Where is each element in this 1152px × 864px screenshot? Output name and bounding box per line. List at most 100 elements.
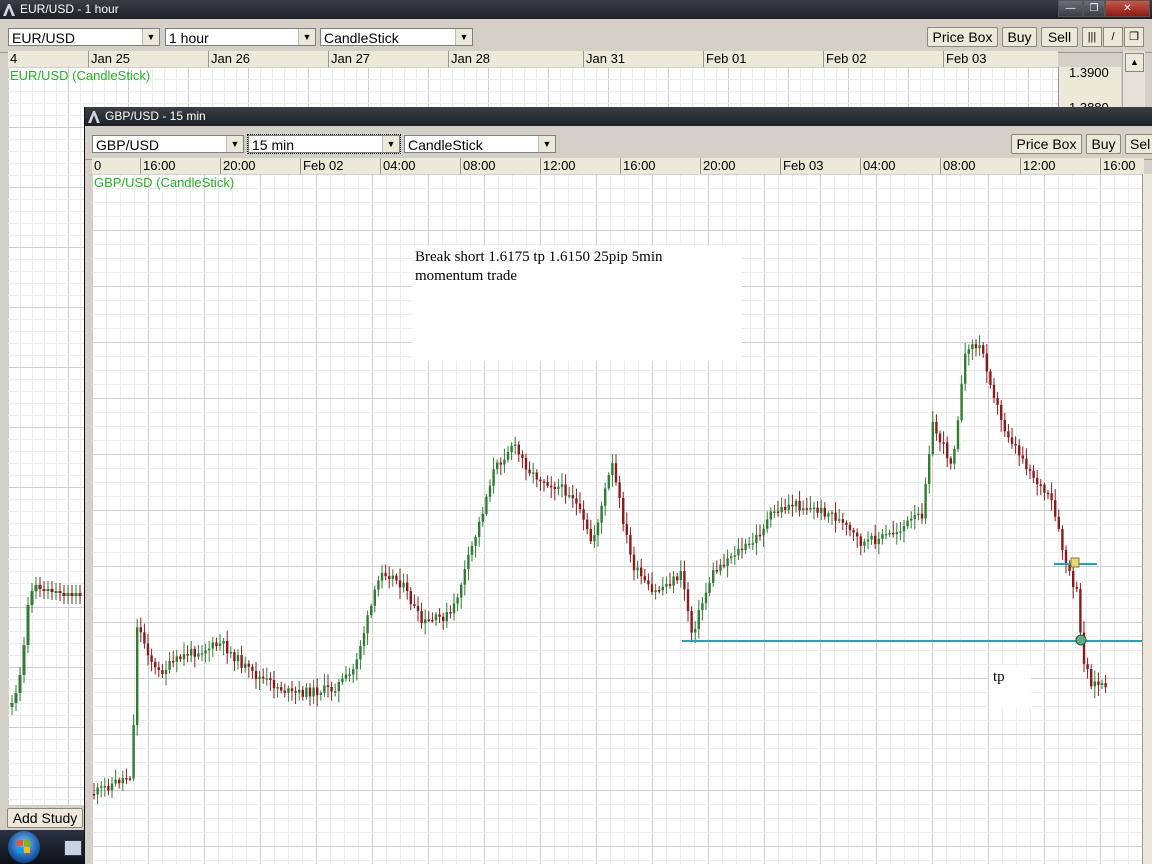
eurusd-titlebar[interactable]: EUR/USD - 1 hour — ❐ ✕ <box>0 0 1152 19</box>
candle-body <box>575 498 578 504</box>
candle-body <box>395 575 398 581</box>
time-label: Jan 27 <box>328 51 370 67</box>
candle-body <box>546 482 549 486</box>
candle-body <box>434 614 438 621</box>
gbpusd-sell-button[interactable]: Sel <box>1125 134 1152 154</box>
candle-body <box>978 345 981 349</box>
candle-body <box>701 603 704 611</box>
candle-body <box>1043 484 1046 493</box>
minimize-icon[interactable]: — <box>1058 0 1083 17</box>
gbpusd-window-title: GBP/USD - 15 min <box>105 109 206 123</box>
candle-body <box>906 520 909 527</box>
candle-body <box>971 344 974 350</box>
candle-body <box>773 511 776 513</box>
candle-body <box>874 535 877 545</box>
candle-body <box>110 783 114 791</box>
candle-body <box>625 524 628 535</box>
add-study-button[interactable]: Add Study <box>7 808 83 828</box>
chevron-down-icon[interactable]: ▼ <box>455 29 472 45</box>
gbpusd-charttype-select[interactable]: CandleStick ▼ <box>404 135 556 153</box>
candle-body <box>506 452 510 460</box>
candle-body <box>481 514 484 522</box>
candle-body <box>197 653 200 657</box>
scroll-up-icon[interactable]: ▲ <box>1125 53 1144 72</box>
candle-body <box>982 345 985 354</box>
gbpusd-price-axis <box>1142 174 1152 864</box>
candle-body <box>614 463 618 483</box>
gbpusd-price-box-button[interactable]: Price Box <box>1011 134 1082 154</box>
candle-body <box>445 612 448 622</box>
candle-body <box>182 654 186 660</box>
candle-body <box>1039 484 1042 486</box>
candle-body <box>892 532 895 535</box>
taskbar-app-icon[interactable] <box>64 840 82 856</box>
eurusd-charttype-value: CandleStick <box>324 30 399 46</box>
chart-tool-icon[interactable]: ||| <box>1082 27 1102 47</box>
candle-body <box>1090 669 1093 687</box>
windows-start-icon[interactable] <box>8 831 40 863</box>
candle-body <box>917 513 920 516</box>
candle-body <box>758 534 762 537</box>
candle-body <box>557 486 560 489</box>
candle-body <box>319 692 322 695</box>
gbpusd-interval-select[interactable]: 15 min ▼ <box>247 134 401 154</box>
close-icon[interactable]: ✕ <box>1105 0 1150 17</box>
time-label: 08:00 <box>460 158 496 174</box>
eurusd-price-box-button[interactable]: Price Box <box>927 27 998 47</box>
candle-body <box>942 442 945 444</box>
eurusd-interval-select[interactable]: 1 hour ▼ <box>165 28 316 46</box>
pen-tool-icon[interactable]: / <box>1103 27 1123 47</box>
candle-body <box>186 654 189 656</box>
restore-icon[interactable]: ❐ <box>1083 0 1105 17</box>
chevron-down-icon[interactable]: ▼ <box>382 136 399 152</box>
candle-body <box>442 616 445 622</box>
candle-body <box>665 583 668 587</box>
candle-body <box>272 680 276 689</box>
chevron-down-icon[interactable]: ▼ <box>538 136 555 152</box>
eurusd-charttype-select[interactable]: CandleStick ▼ <box>320 28 473 46</box>
candle-body <box>686 589 690 612</box>
candle-body <box>550 485 553 488</box>
chevron-down-icon[interactable]: ▼ <box>226 136 243 152</box>
candle-body <box>622 497 625 525</box>
eurusd-toolbar: EUR/USD ▼ 1 hour ▼ CandleStick ▼ Price B… <box>0 19 1152 53</box>
chevron-down-icon[interactable]: ▼ <box>298 29 315 45</box>
eurusd-buy-button[interactable]: Buy <box>1002 27 1037 47</box>
candle-body <box>791 504 794 507</box>
candle-body <box>730 556 733 559</box>
candle-body <box>726 558 729 566</box>
candle-body <box>532 472 535 474</box>
gbpusd-symbol-select[interactable]: GBP/USD ▼ <box>92 135 244 153</box>
detach-icon[interactable]: ❐ <box>1124 27 1144 47</box>
candle-body <box>478 521 481 537</box>
candle-body <box>938 433 942 443</box>
candle-body <box>132 725 135 779</box>
candle-body <box>352 669 355 675</box>
candle-body <box>96 787 99 795</box>
candle-body <box>283 690 286 693</box>
gbpusd-plot-area[interactable]: GBP/USD (CandleStick) Break short 1.6175… <box>92 174 1142 864</box>
candle-body <box>348 674 351 676</box>
time-label: Jan 28 <box>448 51 490 67</box>
candle-body <box>751 543 754 545</box>
candle-body <box>816 507 819 513</box>
candle-body <box>308 687 312 697</box>
candle-body <box>672 576 675 586</box>
candle-body <box>650 584 654 593</box>
candle-body <box>388 576 391 579</box>
candle-body <box>301 689 304 697</box>
gbpusd-buy-button[interactable]: Buy <box>1086 134 1121 154</box>
candle-body <box>809 507 812 510</box>
candle-body <box>722 564 726 567</box>
candle-body <box>344 674 348 679</box>
candle-body <box>251 666 254 671</box>
candle-body <box>30 591 34 605</box>
eurusd-sell-button[interactable]: Sell <box>1041 27 1078 47</box>
eurusd-symbol-select[interactable]: EUR/USD ▼ <box>8 28 160 46</box>
candle-body <box>643 576 646 581</box>
chevron-down-icon[interactable]: ▼ <box>142 29 159 45</box>
gbpusd-titlebar[interactable]: GBP/USD - 15 min <box>85 107 1152 126</box>
candle-body <box>26 605 30 645</box>
time-label: 04:00 <box>860 158 896 174</box>
candle-body <box>514 444 517 447</box>
